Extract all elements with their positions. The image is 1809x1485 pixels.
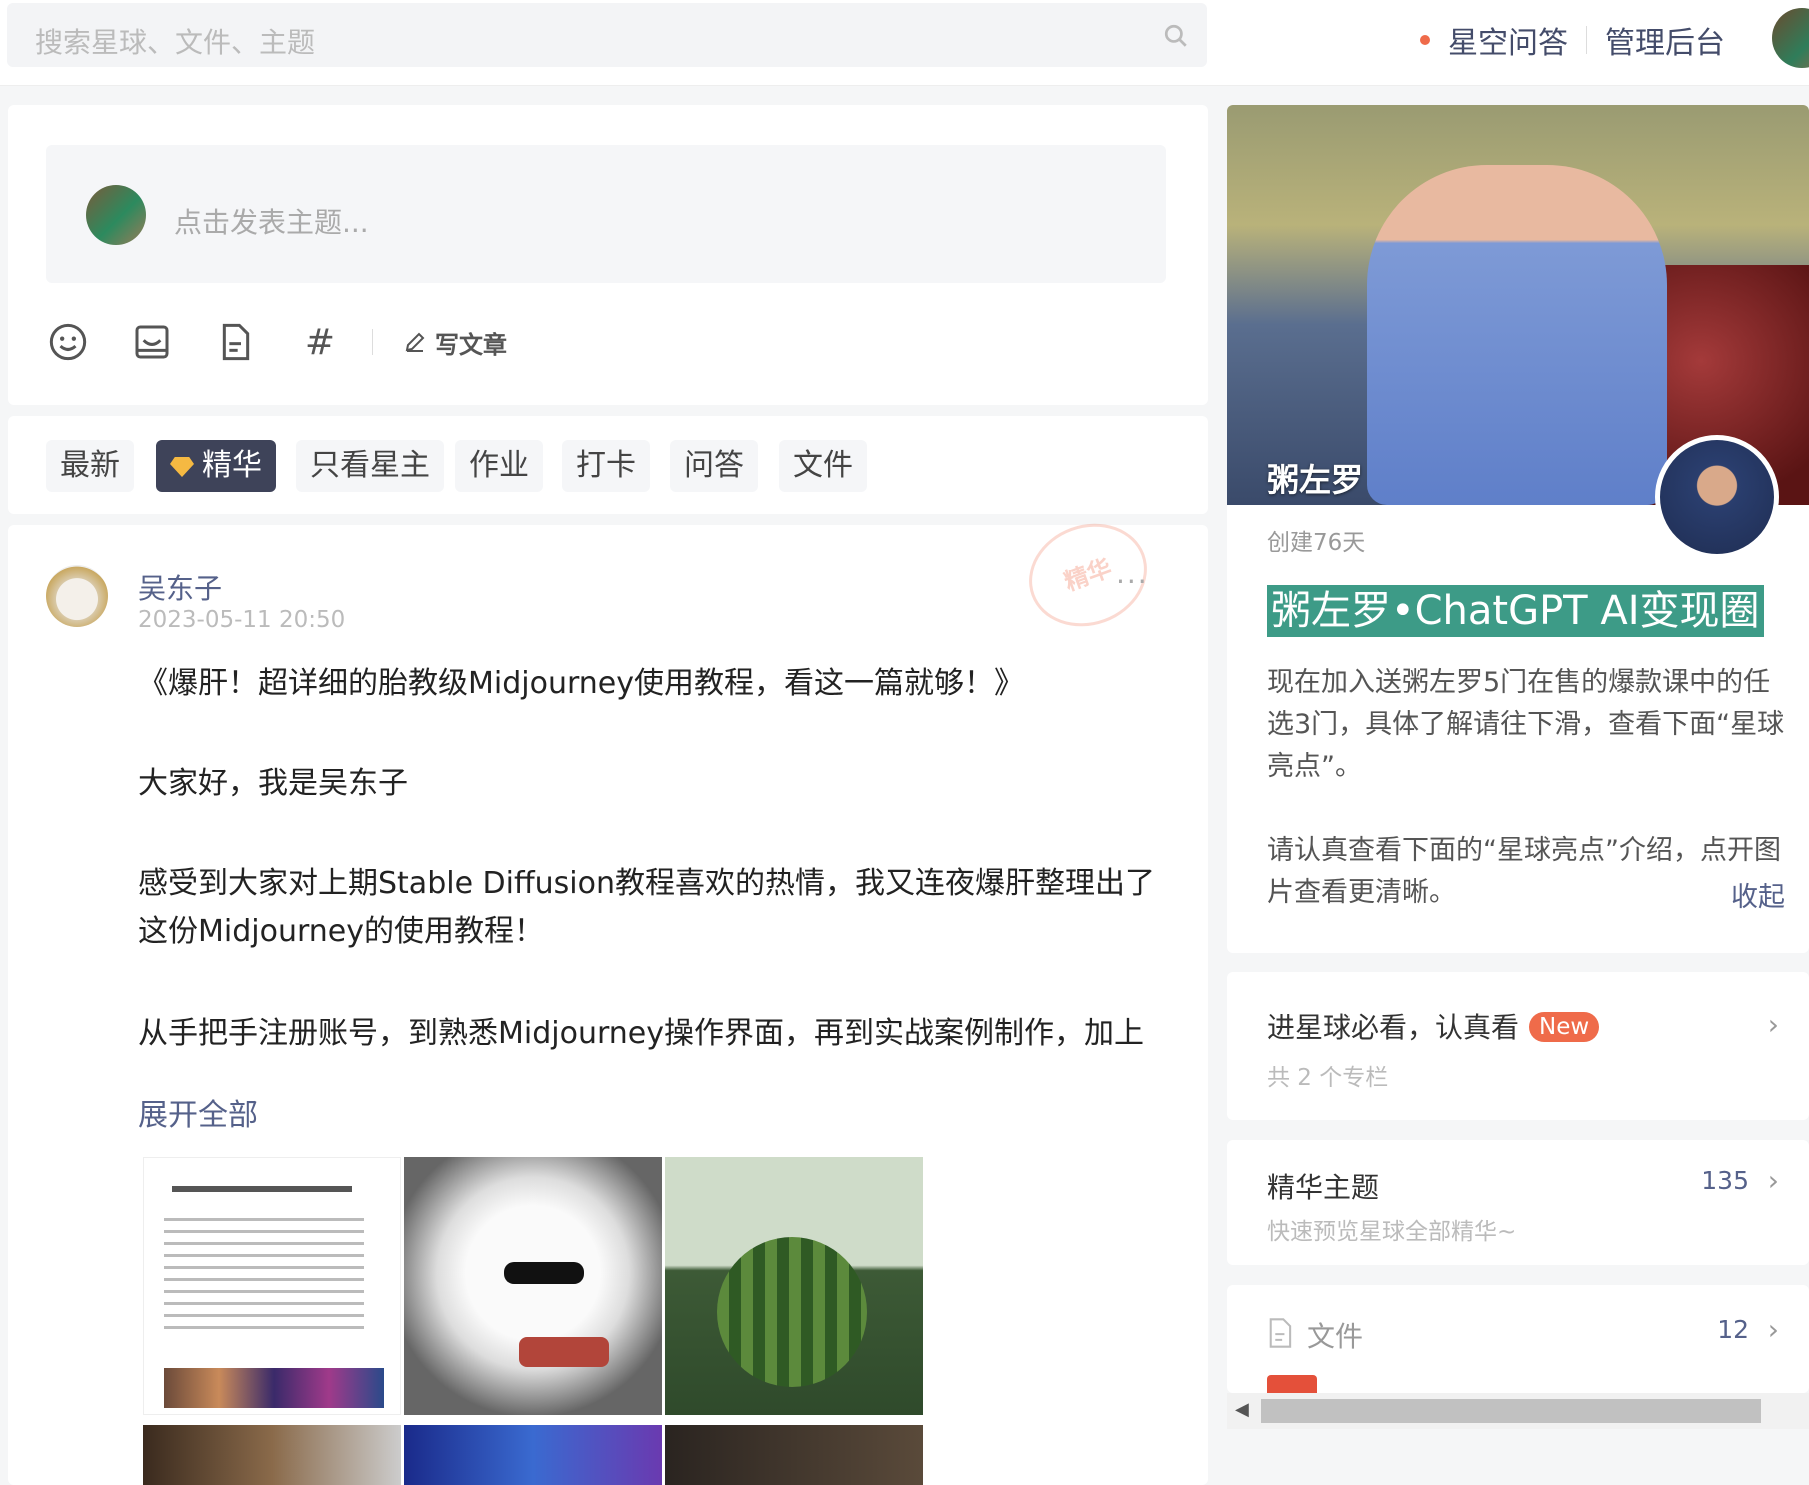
files-title: 文件 xyxy=(1307,1320,1364,1353)
write-article-button[interactable]: 写文章 xyxy=(403,325,507,360)
columns-block[interactable]: 进星球必看，认真看 New 共 2 个专栏 › xyxy=(1227,972,1809,1120)
file-icon xyxy=(1269,1318,1292,1348)
tab-label: 打卡 xyxy=(576,448,636,483)
digest-subtitle: 快速预览星球全部精华~ xyxy=(1267,1219,1517,1245)
owner-avatar[interactable] xyxy=(1655,435,1779,559)
digest-block[interactable]: 精华主题 快速预览星球全部精华~ 135 › xyxy=(1227,1140,1809,1265)
chevron-right-icon: › xyxy=(1767,1313,1779,1346)
file-icon[interactable] xyxy=(214,320,258,364)
cover-person xyxy=(1367,165,1667,505)
post-paragraph: 感受到大家对上期Stable Diffusion教程喜欢的热情，我又连夜爆肝整理… xyxy=(138,866,1156,949)
composer-toolbar: # 写文章 xyxy=(46,320,507,364)
search-icon[interactable] xyxy=(1163,23,1189,49)
tab-latest[interactable]: 最新 xyxy=(46,440,134,492)
post-paragraph: 大家好，我是吴东子 xyxy=(138,766,408,801)
tab-files[interactable]: 文件 xyxy=(779,440,867,492)
chevron-right-icon: › xyxy=(1767,1008,1779,1041)
tab-label: 问答 xyxy=(684,448,744,483)
files-count: 12 xyxy=(1717,1315,1749,1344)
diamond-icon xyxy=(170,457,194,477)
group-description: 请认真查看下面的“星球亮点”介绍，点开图片查看更清晰。 xyxy=(1267,835,1781,908)
expand-all-link[interactable]: 展开全部 xyxy=(138,1090,258,1134)
group-info-card: 粥左罗 创建76天 粥左罗•ChatGPT AI变现圈 现在加入送粥左罗5门在售… xyxy=(1227,105,1809,953)
compose-placeholder: 点击发表主题... xyxy=(174,206,369,239)
author-avatar[interactable] xyxy=(46,565,108,627)
cover-name: 粥左罗 xyxy=(1267,461,1364,499)
search-box[interactable]: 搜索星球、文件、主题 xyxy=(7,3,1207,67)
top-bar: 搜索星球、文件、主题 星空问答 管理后台 xyxy=(0,0,1809,86)
post-time: 2023-05-11 20:50 xyxy=(138,607,346,633)
tab-qa[interactable]: 问答 xyxy=(670,440,758,492)
tab-digest[interactable]: 精华 xyxy=(156,440,276,492)
new-badge: New xyxy=(1529,1012,1600,1042)
scroll-left-arrow-icon[interactable]: ◀ xyxy=(1235,1399,1249,1420)
tab-label: 只看星主 xyxy=(310,448,430,483)
post-image-watermelon[interactable] xyxy=(665,1157,923,1415)
post-image[interactable] xyxy=(404,1425,662,1485)
author-name[interactable]: 吴东子 xyxy=(138,567,222,607)
filter-tabs: 最新 精华 只看星主 作业 打卡 问答 文件 xyxy=(8,416,1208,514)
more-options-button[interactable]: ··· xyxy=(1116,565,1149,598)
files-block[interactable]: 文件 12 › xyxy=(1227,1285,1809,1393)
image-icon[interactable] xyxy=(130,320,174,364)
tab-label: 文件 xyxy=(793,448,853,483)
user-avatar[interactable] xyxy=(1772,8,1809,68)
post-image[interactable] xyxy=(665,1425,923,1485)
tab-label: 作业 xyxy=(469,448,529,483)
tab-homework[interactable]: 作业 xyxy=(455,440,543,492)
composer-card: 点击发表主题... # 写文章 xyxy=(8,105,1208,405)
pen-icon xyxy=(405,332,425,352)
compose-input[interactable]: 点击发表主题... xyxy=(46,145,1166,283)
columns-title: 进星球必看，认真看 xyxy=(1267,1011,1520,1044)
tab-label: 最新 xyxy=(60,448,120,483)
digest-count: 135 xyxy=(1701,1166,1749,1195)
admin-link[interactable]: 管理后台 xyxy=(1605,18,1725,62)
columns-subtitle: 共 2 个专栏 xyxy=(1267,1065,1389,1091)
hashtag-icon[interactable]: # xyxy=(298,320,342,364)
collapse-link[interactable]: 收起 xyxy=(1731,875,1785,914)
divider xyxy=(372,329,373,355)
tab-owner-only[interactable]: 只看星主 xyxy=(296,440,444,492)
post-title: 《爆肝！超详细的胎教级Midjourney使用教程，看这一篇就够！》 xyxy=(138,666,1024,701)
horizontal-scrollbar[interactable]: ◀ xyxy=(1227,1393,1809,1429)
tab-label: 精华 xyxy=(202,448,262,483)
post-paragraph: 从手把手注册账号，到熟悉Midjourney操作界面，再到实战案例制作，加上 xyxy=(138,1016,1144,1051)
created-days: 创建76天 xyxy=(1267,530,1366,556)
group-title: 粥左罗•ChatGPT AI变现圈 xyxy=(1267,585,1764,637)
post-image[interactable] xyxy=(143,1425,401,1485)
pdf-file-icon xyxy=(1267,1375,1317,1393)
search-placeholder: 搜索星球、文件、主题 xyxy=(35,26,316,59)
top-links: 星空问答 管理后台 xyxy=(1420,18,1725,62)
post-image-doc[interactable] xyxy=(143,1157,401,1415)
group-description: 现在加入送粥左罗5门在售的爆款课中的任选3门，具体了解请往下滑，查看下面“星球亮… xyxy=(1267,667,1785,782)
qa-link[interactable]: 星空问答 xyxy=(1448,18,1568,62)
emoji-icon[interactable] xyxy=(46,320,90,364)
tab-checkin[interactable]: 打卡 xyxy=(562,440,650,492)
post-card: 吴东子 2023-05-11 20:50 精华 ··· 《爆肝！超详细的胎教级M… xyxy=(8,507,1208,1485)
chevron-right-icon: › xyxy=(1767,1164,1779,1197)
digest-title: 精华主题 xyxy=(1267,1171,1380,1204)
divider xyxy=(1586,26,1587,54)
scrollbar-thumb[interactable] xyxy=(1261,1399,1761,1423)
composer-avatar xyxy=(86,185,146,245)
write-article-label: 写文章 xyxy=(435,330,507,359)
notification-dot xyxy=(1420,35,1430,45)
post-image-dog[interactable] xyxy=(404,1157,662,1415)
